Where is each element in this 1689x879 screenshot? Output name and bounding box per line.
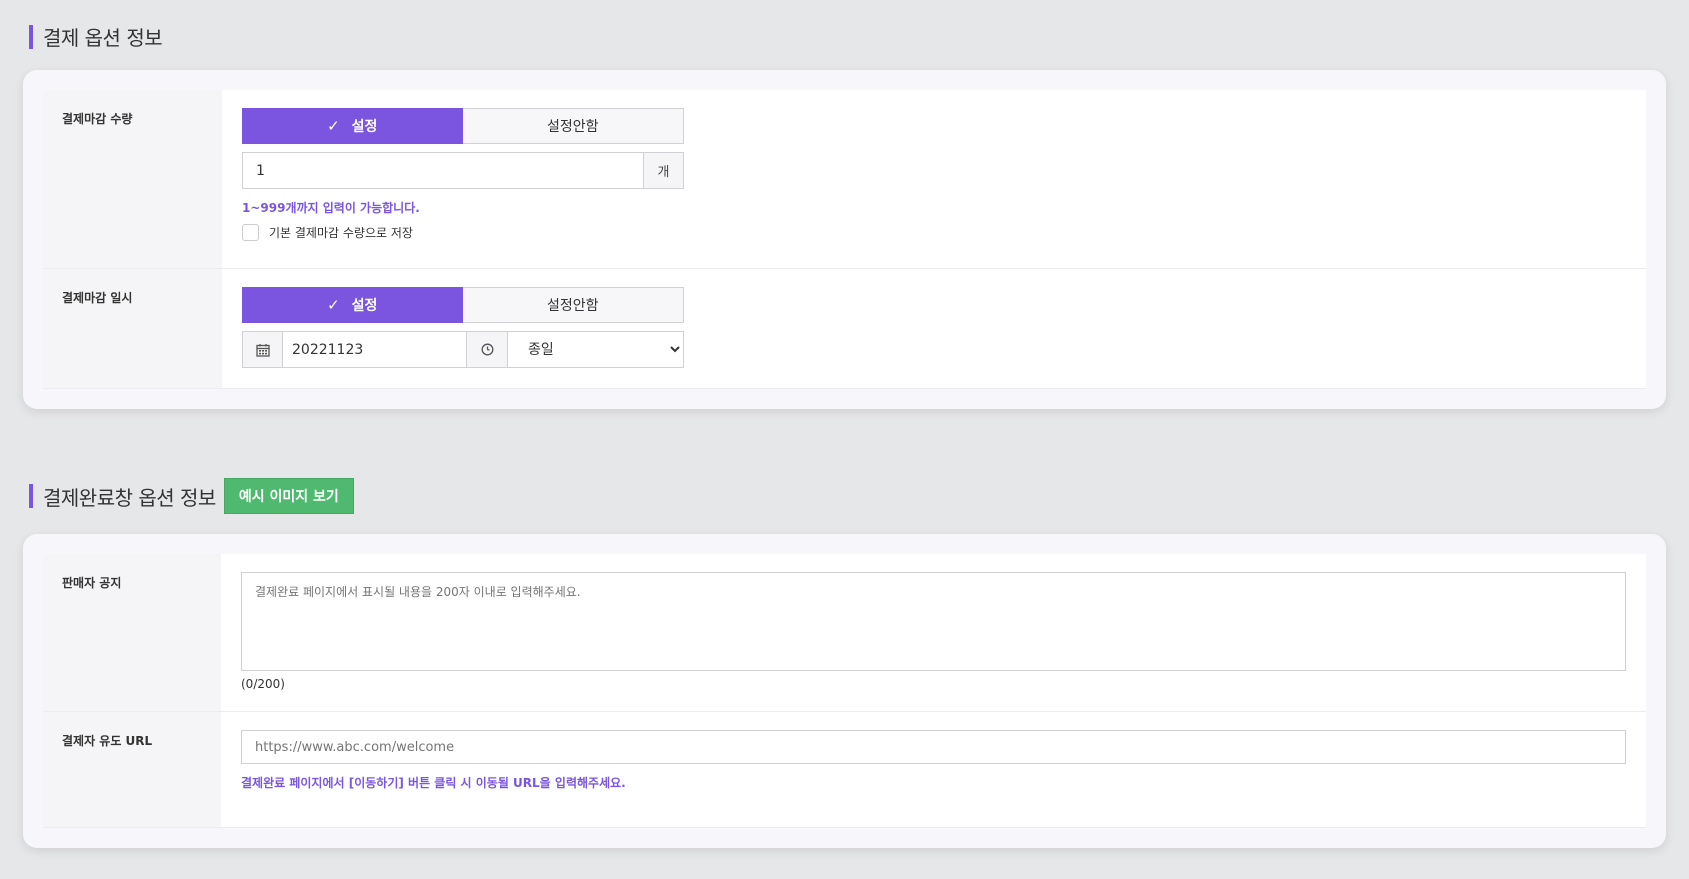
quantity-input-group: 개 xyxy=(242,152,684,189)
toggle-unset-button[interactable]: 설정안함 xyxy=(462,287,684,323)
completion-options-card: 판매자 공지 (0/200) 결제자 유도 URL 결제완료 페이지에서 [이동… xyxy=(23,534,1666,848)
section-title-text: 결제 옵션 정보 xyxy=(43,26,163,50)
payment-options-card: 결제마감 수량 ✓ 설정 설정안함 개 1~999개까지 입력이 가능합니다. … xyxy=(23,70,1666,409)
url-help-text: 결제완료 페이지에서 [이동하기] 버튼 클릭 시 이동될 URL을 입력해주세… xyxy=(241,776,626,790)
seller-notice-content: (0/200) xyxy=(221,554,1646,711)
date-input[interactable] xyxy=(283,331,467,368)
check-icon: ✓ xyxy=(327,296,340,314)
char-counter: (0/200) xyxy=(241,677,285,691)
quantity-unit: 개 xyxy=(644,152,684,189)
toggle-unset-button[interactable]: 설정안함 xyxy=(462,108,684,144)
close-quantity-toggle: ✓ 설정 설정안함 xyxy=(242,108,684,144)
check-icon: ✓ xyxy=(327,117,340,135)
redirect-url-row: 결제자 유도 URL 결제완료 페이지에서 [이동하기] 버튼 클릭 시 이동될… xyxy=(43,712,1646,828)
close-datetime-content: ✓ 설정 설정안함 20221123 종일 xyxy=(222,269,1646,388)
close-datetime-toggle: ✓ 설정 설정안함 xyxy=(242,287,684,323)
redirect-url-content: 결제완료 페이지에서 [이동하기] 버튼 클릭 시 이동될 URL을 입력해주세… xyxy=(221,712,1646,827)
example-image-button[interactable]: 예시 이미지 보기 xyxy=(223,478,354,514)
seller-notice-textarea[interactable] xyxy=(241,572,1626,671)
save-default-quantity: 기본 결제마감 수량으로 저장 xyxy=(242,224,1626,241)
toggle-set-button[interactable]: ✓ 설정 xyxy=(242,287,463,323)
close-quantity-label: 결제마감 수량 xyxy=(43,90,222,268)
calendar-icon[interactable] xyxy=(242,331,283,368)
time-select[interactable]: 종일 xyxy=(508,331,684,368)
toggle-unset-label: 설정안함 xyxy=(546,298,599,314)
clock-icon[interactable] xyxy=(467,331,508,368)
toggle-set-button[interactable]: ✓ 설정 xyxy=(242,108,463,144)
section-title-text: 결제완료창 옵션 정보 xyxy=(43,485,216,510)
toggle-set-label: 설정 xyxy=(351,119,378,135)
quantity-help-text: 1~999개까지 입력이 가능합니다. xyxy=(242,201,420,215)
close-quantity-row: 결제마감 수량 ✓ 설정 설정안함 개 1~999개까지 입력이 가능합니다. … xyxy=(43,90,1646,269)
save-default-label: 기본 결제마감 수량으로 저장 xyxy=(269,226,413,240)
save-default-checkbox[interactable] xyxy=(242,224,259,241)
close-datetime-row: 결제마감 일시 ✓ 설정 설정안함 20221123 종일 xyxy=(43,269,1646,389)
redirect-url-label: 결제자 유도 URL xyxy=(43,712,221,827)
toggle-unset-label: 설정안함 xyxy=(546,119,599,135)
seller-notice-row: 판매자 공지 (0/200) xyxy=(43,554,1646,712)
close-quantity-content: ✓ 설정 설정안함 개 1~999개까지 입력이 가능합니다. 기본 결제마감 … xyxy=(222,90,1646,268)
quantity-input[interactable] xyxy=(242,152,644,189)
title-accent-bar xyxy=(29,484,33,508)
close-datetime-label: 결제마감 일시 xyxy=(43,269,222,388)
title-accent-bar xyxy=(29,24,33,49)
seller-notice-label: 판매자 공지 xyxy=(43,554,221,711)
completion-options-title: 결제완료창 옵션 정보 예시 이미지 보기 xyxy=(29,478,354,514)
toggle-set-label: 설정 xyxy=(351,298,378,314)
payment-options-title: 결제 옵션 정보 xyxy=(29,22,163,51)
datetime-input-group: 종일 xyxy=(242,331,684,368)
redirect-url-input[interactable] xyxy=(241,730,1626,764)
